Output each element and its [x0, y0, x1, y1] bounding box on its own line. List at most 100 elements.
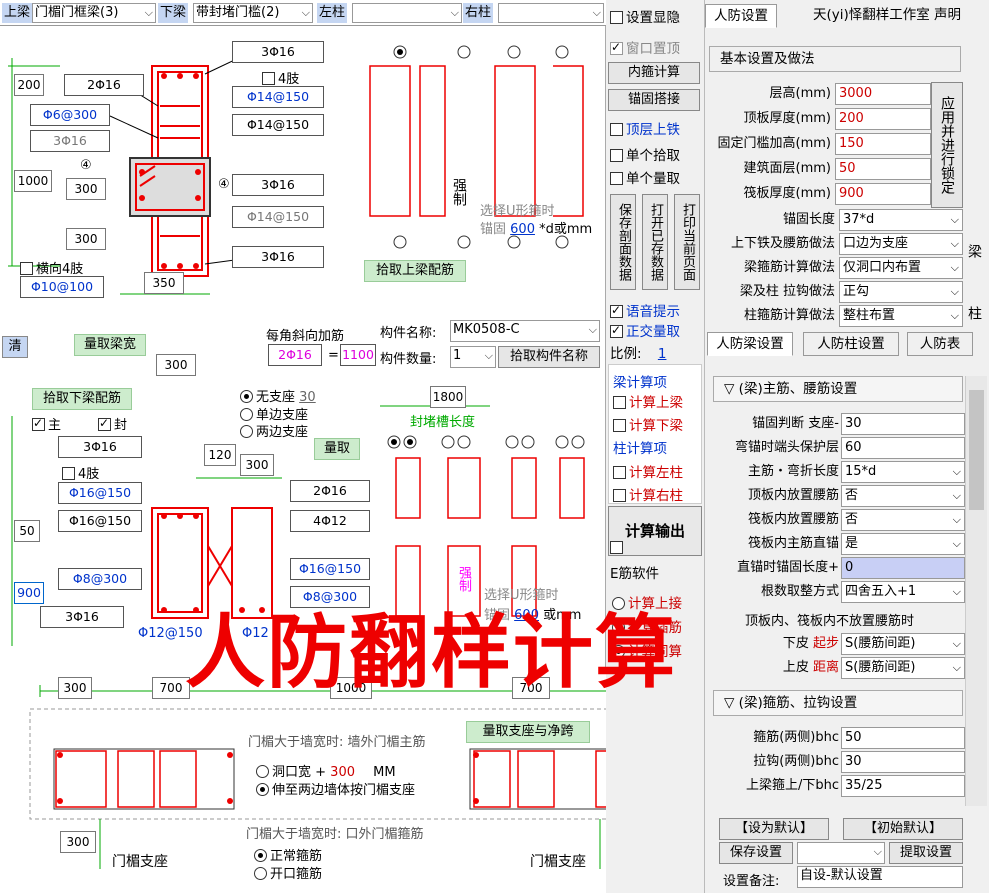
upper-bot-rebar[interactable]: 3Φ16: [232, 246, 324, 268]
show-settings-check[interactable]: 设置显隐: [610, 6, 680, 26]
upper-stirrup-inner[interactable]: Φ14@150: [232, 114, 324, 136]
section-stirrup[interactable]: ▽ (梁)箍筋、拉钩设置: [713, 690, 963, 716]
bottom-dim-1000[interactable]: 1000: [330, 677, 372, 699]
scale-value[interactable]: 1: [658, 346, 667, 362]
bottom-dim-700-b[interactable]: 700: [512, 677, 550, 699]
basic-select[interactable]: 37*d ⌵: [839, 209, 963, 231]
load-settings-button[interactable]: 提取设置: [889, 842, 963, 864]
dim-900[interactable]: 900: [14, 582, 44, 604]
calc-up-conn-radio[interactable]: 计算上接: [612, 592, 682, 612]
beam-field-input[interactable]: 15*d ⌵: [841, 461, 965, 483]
clear-button[interactable]: 清: [2, 336, 28, 358]
dim-1000[interactable]: 1000: [14, 170, 52, 192]
bottom-dim-300-c[interactable]: 300: [60, 831, 96, 853]
scrollbar-thumb[interactable]: [969, 390, 984, 510]
upper-side-rebar[interactable]: 2Φ16: [64, 74, 144, 96]
upper-side-gray-rebar[interactable]: 3Φ16: [30, 130, 110, 152]
pick-lower-rebar-button[interactable]: 拾取下梁配筋: [32, 388, 132, 410]
lower-beam-select[interactable]: 带封堵门槛(2) ⌵: [193, 3, 313, 23]
anchor-lap-button[interactable]: 锚固搭接: [608, 89, 700, 111]
checkbox[interactable]: [20, 262, 33, 275]
support-double-radio[interactable]: 两边支座: [240, 421, 308, 440]
dim-200[interactable]: 200: [14, 74, 44, 96]
beam-field-input[interactable]: 60: [841, 437, 965, 459]
dist-select[interactable]: S(腰筋间距) ⌵: [841, 657, 965, 679]
lower-right-stir[interactable]: Φ16@150: [290, 558, 370, 580]
bottom-dim-300-a[interactable]: 300: [58, 677, 92, 699]
basic-field-input[interactable]: 50: [835, 158, 931, 180]
opt-hole-value[interactable]: 300: [330, 765, 355, 780]
upper-side-stirrup[interactable]: Φ6@300: [30, 104, 110, 126]
checkbox[interactable]: [613, 466, 626, 479]
lower-stirrup-b[interactable]: Φ16@150: [58, 510, 142, 532]
settings-scrollbar[interactable]: [965, 376, 987, 806]
lower-right-2[interactable]: 2Φ16: [290, 480, 370, 502]
basic-select[interactable]: 仅洞口内布置 ⌵: [839, 257, 963, 279]
dim-1800[interactable]: 1800: [430, 386, 466, 408]
tab-civil-defense-settings[interactable]: 人防设置: [705, 4, 777, 28]
opt-open-radio[interactable]: 开口箍筋: [254, 863, 322, 882]
lower-bot-stirrup[interactable]: Φ12@150: [138, 626, 203, 641]
member-count-select[interactable]: 1 ⌵: [450, 346, 496, 368]
radio[interactable]: [612, 597, 625, 610]
print-page-button[interactable]: 打印当前页面: [674, 194, 700, 290]
opt-extend-radio[interactable]: 伸至两边墙体按门楣支座: [256, 779, 415, 798]
stirrup-field-input[interactable]: 35/25: [841, 775, 965, 797]
single-measure-check[interactable]: 单个量取: [610, 167, 680, 187]
note-input[interactable]: 自设-默认设置: [797, 866, 963, 888]
radio[interactable]: [612, 621, 625, 634]
lower-top-rebar[interactable]: 3Φ16: [58, 436, 142, 458]
radio[interactable]: [256, 765, 269, 778]
lower-four-limb-check[interactable]: 4肢: [62, 463, 99, 482]
tab-civil-table[interactable]: 人防表: [907, 332, 973, 356]
radio[interactable]: [254, 849, 267, 862]
settings-preset-select[interactable]: ⌵: [797, 842, 885, 864]
pick-member-name-button[interactable]: 拾取构件名称: [498, 346, 600, 368]
radio[interactable]: [612, 645, 625, 658]
upper-mid-gray[interactable]: Φ14@150: [232, 206, 324, 228]
checkbox[interactable]: [613, 396, 626, 409]
lower-bot-rebar[interactable]: 3Φ16: [40, 606, 124, 628]
measure-width-button[interactable]: 量取梁宽: [74, 334, 146, 356]
dim-300-b[interactable]: 300: [66, 228, 106, 250]
init-default-button[interactable]: 【初始默认】: [843, 818, 963, 840]
lower-anchor-value[interactable]: 600: [514, 608, 539, 623]
calc-anchor-radio[interactable]: 计算插筋: [612, 616, 682, 636]
radio[interactable]: [240, 390, 253, 403]
beam-field-input[interactable]: 否 ⌵: [841, 509, 965, 531]
beam-field-input[interactable]: 否 ⌵: [841, 485, 965, 507]
opt-normal-radio[interactable]: 正常箍筋: [254, 845, 322, 864]
save-settings-button[interactable]: 保存设置: [719, 842, 793, 864]
calc-left-check[interactable]: 计算左柱: [613, 461, 683, 481]
support-none-radio[interactable]: 无支座 30: [240, 386, 316, 405]
horiz-four-limb-check[interactable]: 横向4肢: [20, 258, 83, 277]
checkbox[interactable]: [613, 489, 626, 502]
upper-stirrup-outer[interactable]: Φ14@150: [232, 86, 324, 108]
basic-select[interactable]: 正勾 ⌵: [839, 281, 963, 303]
checkbox[interactable]: [610, 172, 623, 185]
lower-stirrup-a[interactable]: Φ16@150: [58, 482, 142, 504]
basic-field-input[interactable]: 3000: [835, 83, 931, 105]
output-check[interactable]: [610, 540, 626, 556]
opt-hole-radio[interactable]: 洞口宽 + 300 MM: [256, 761, 396, 780]
checkbox[interactable]: [62, 467, 75, 480]
radio[interactable]: [254, 867, 267, 880]
basic-select[interactable]: 口边为支座 ⌵: [839, 233, 963, 255]
diag-length[interactable]: 1100: [340, 344, 376, 366]
radio[interactable]: [240, 408, 253, 421]
checkbox[interactable]: [610, 323, 623, 338]
lower-bot-12[interactable]: Φ12: [242, 626, 269, 641]
top-iron-check[interactable]: 顶层上铁: [610, 118, 680, 138]
seal-check[interactable]: 封: [98, 414, 127, 433]
checkbox[interactable]: [98, 416, 111, 431]
dim-120[interactable]: 120: [204, 444, 236, 466]
dim-350[interactable]: 350: [144, 272, 184, 294]
checkbox[interactable]: [610, 123, 623, 136]
beam-field-input[interactable]: 30: [841, 413, 965, 435]
section-main-waist[interactable]: ▽ (梁)主筋、腰筋设置: [713, 376, 963, 402]
lower-right-stir2[interactable]: Φ8@300: [290, 586, 370, 608]
dim-300-lower[interactable]: 300: [240, 454, 274, 476]
checkbox[interactable]: [610, 40, 623, 55]
right-col-select[interactable]: ⌵: [498, 3, 604, 23]
measure-support-button[interactable]: 量取支座与净跨: [466, 721, 590, 743]
